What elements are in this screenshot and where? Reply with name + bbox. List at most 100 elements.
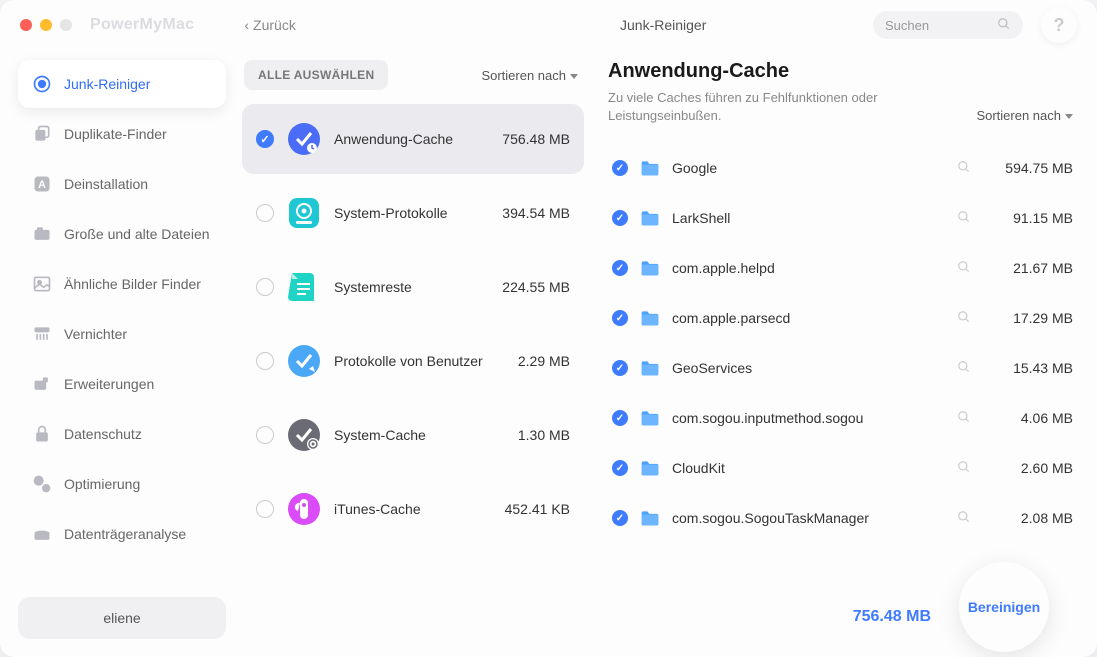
folder-icon xyxy=(640,409,660,427)
file-checkbox[interactable] xyxy=(612,460,628,476)
clean-button[interactable]: Bereinigen xyxy=(959,562,1049,652)
reveal-in-finder-icon[interactable] xyxy=(957,260,971,277)
category-item[interactable]: Systemreste224.55 MB xyxy=(242,252,584,322)
category-item[interactable]: System-Cache1.30 MB xyxy=(242,400,584,470)
sort-by-label: Sortieren nach xyxy=(976,108,1061,123)
file-size: 2.08 MB xyxy=(991,510,1073,526)
category-item[interactable]: Anwendung-Cache756.48 MB xyxy=(242,104,584,174)
sidebar-item-uninstall[interactable]: ADeinstallation xyxy=(18,160,226,208)
page-title: Junk-Reiniger xyxy=(620,17,706,33)
file-item[interactable]: com.apple.parsecd 17.29 MB xyxy=(608,293,1077,343)
sidebar-item-disk[interactable]: Datenträgeranalyse xyxy=(18,510,226,558)
category-icon xyxy=(286,121,322,157)
category-checkbox[interactable] xyxy=(256,500,274,518)
file-name: com.sogou.inputmethod.sogou xyxy=(672,410,945,426)
file-name: LarkShell xyxy=(672,210,945,226)
file-checkbox[interactable] xyxy=(612,360,628,376)
sidebar-item-label: Duplikate-Finder xyxy=(64,126,167,142)
category-size: 224.55 MB xyxy=(502,279,570,295)
folder-icon xyxy=(640,359,660,377)
folder-icon xyxy=(640,159,660,177)
svg-text:A: A xyxy=(38,179,46,191)
category-size: 2.29 MB xyxy=(518,353,570,369)
category-icon xyxy=(286,417,322,453)
reveal-in-finder-icon[interactable] xyxy=(957,510,971,527)
category-checkbox[interactable] xyxy=(256,278,274,296)
file-name: com.apple.parsecd xyxy=(672,310,945,326)
sidebar-item-opt[interactable]: Optimierung xyxy=(18,460,226,508)
file-item[interactable]: LarkShell91.15 MB xyxy=(608,193,1077,243)
category-size: 1.30 MB xyxy=(518,427,570,443)
reveal-in-finder-icon[interactable] xyxy=(957,410,971,427)
reveal-in-finder-icon[interactable] xyxy=(957,360,971,377)
file-item[interactable]: com.sogou.inputmethod.sogou 4.06 MB xyxy=(608,393,1077,443)
large-icon xyxy=(32,224,52,244)
reveal-in-finder-icon[interactable] xyxy=(957,160,971,177)
app-title: PowerMyMac xyxy=(90,16,194,34)
file-item[interactable]: Google 594.75 MB xyxy=(608,143,1077,193)
file-size: 4.06 MB xyxy=(991,410,1073,426)
reveal-in-finder-icon[interactable] xyxy=(957,210,971,227)
ext-icon xyxy=(32,374,52,394)
file-checkbox[interactable] xyxy=(612,510,628,526)
file-size: 594.75 MB xyxy=(991,160,1073,176)
sidebar-item-shred[interactable]: Vernichter xyxy=(18,310,226,358)
folder-icon xyxy=(640,309,660,327)
sort-by-label: Sortieren nach xyxy=(481,68,566,83)
category-icon xyxy=(286,195,322,231)
similar-icon xyxy=(32,274,52,294)
category-item[interactable]: System-Protokolle394.54 MB xyxy=(242,178,584,248)
sidebar-item-privacy[interactable]: Datenschutz xyxy=(18,410,226,458)
file-size: 21.67 MB xyxy=(991,260,1073,276)
file-size: 15.43 MB xyxy=(991,360,1073,376)
maximize-window-icon xyxy=(60,19,72,31)
file-size: 2.60 MB xyxy=(991,460,1073,476)
detail-sort-dropdown[interactable]: Sortieren nach xyxy=(976,108,1073,123)
close-window-icon[interactable] xyxy=(20,19,32,31)
file-checkbox[interactable] xyxy=(612,310,628,326)
category-name: iTunes-Cache xyxy=(334,500,493,518)
file-item[interactable]: GeoServices15.43 MB xyxy=(608,343,1077,393)
help-button[interactable]: ? xyxy=(1041,7,1077,43)
file-checkbox[interactable] xyxy=(612,160,628,176)
folder-icon xyxy=(640,209,660,227)
sidebar-item-label: Optimierung xyxy=(64,476,140,492)
sidebar-item-dup[interactable]: Duplikate-Finder xyxy=(18,110,226,158)
sidebar-item-similar[interactable]: Ähnliche Bilder Finder xyxy=(18,260,226,308)
reveal-in-finder-icon[interactable] xyxy=(957,310,971,327)
select-all-button[interactable]: ALLE AUSWÄHLEN xyxy=(244,60,388,90)
file-item[interactable]: com.apple.helpd21.67 MB xyxy=(608,243,1077,293)
back-button[interactable]: ‹ Zurück xyxy=(244,17,295,33)
category-item[interactable]: Protokolle von Benutzer2.29 MB xyxy=(242,326,584,396)
category-checkbox[interactable] xyxy=(256,130,274,148)
chevron-down-icon xyxy=(570,68,578,83)
category-item[interactable]: iTunes-Cache452.41 KB xyxy=(242,474,584,544)
detail-description: Zu viele Caches führen zu Fehlfunktionen… xyxy=(608,89,928,125)
reveal-in-finder-icon[interactable] xyxy=(957,460,971,477)
file-checkbox[interactable] xyxy=(612,210,628,226)
file-size: 17.29 MB xyxy=(991,310,1073,326)
minimize-window-icon[interactable] xyxy=(40,19,52,31)
uninstall-icon: A xyxy=(32,174,52,194)
category-checkbox[interactable] xyxy=(256,426,274,444)
category-checkbox[interactable] xyxy=(256,352,274,370)
sidebar-item-label: Vernichter xyxy=(64,326,127,342)
search-input[interactable]: Suchen xyxy=(873,11,1023,39)
user-account-button[interactable]: eliene xyxy=(18,597,226,639)
window-controls[interactable] xyxy=(20,19,72,31)
junk-icon xyxy=(32,74,52,94)
search-placeholder: Suchen xyxy=(885,18,929,33)
opt-icon xyxy=(32,474,52,494)
file-name: Google xyxy=(672,160,945,176)
search-icon xyxy=(997,17,1011,34)
file-item[interactable]: CloudKit2.60 MB xyxy=(608,443,1077,493)
sidebar-item-junk[interactable]: Junk-Reiniger xyxy=(18,60,226,108)
file-checkbox[interactable] xyxy=(612,410,628,426)
sort-by-dropdown[interactable]: Sortieren nach xyxy=(481,68,578,83)
sidebar-item-ext[interactable]: Erweiterungen xyxy=(18,360,226,408)
file-item[interactable]: com.sogou.SogouTaskManager2.08 MB xyxy=(608,493,1077,543)
category-icon xyxy=(286,491,322,527)
file-checkbox[interactable] xyxy=(612,260,628,276)
category-checkbox[interactable] xyxy=(256,204,274,222)
sidebar-item-large[interactable]: Große und alte Dateien xyxy=(18,210,226,258)
